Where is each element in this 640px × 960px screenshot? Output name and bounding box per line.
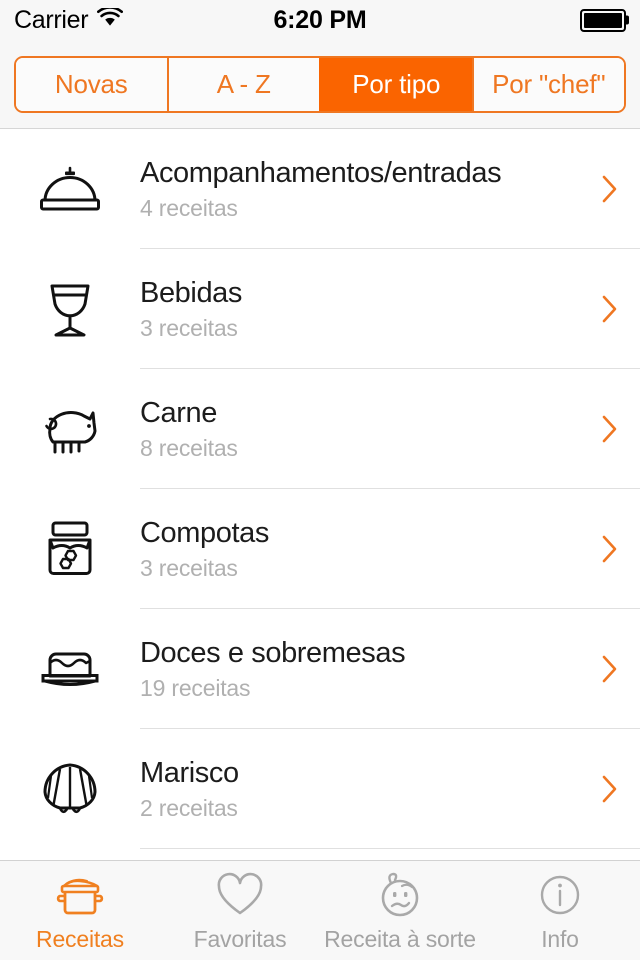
- list-item[interactable]: Marisco 2 receitas: [0, 729, 640, 849]
- category-list[interactable]: Acompanhamentos/entradas 4 receitas Bebi…: [0, 129, 640, 960]
- segment-a-z[interactable]: A - Z: [166, 57, 319, 111]
- info-circle-icon: [536, 869, 584, 921]
- list-item-title: Acompanhamentos/entradas: [140, 156, 502, 189]
- list-item-title: Compotas: [140, 516, 269, 549]
- list-item[interactable]: Bebidas 3 receitas: [0, 249, 640, 369]
- cloche-icon: [0, 163, 140, 215]
- tab-label: Receita à sorte: [324, 925, 476, 952]
- confused-face-icon: [374, 869, 426, 921]
- tab-info[interactable]: Info: [480, 861, 640, 960]
- list-item-subtitle: 2 receitas: [140, 794, 238, 821]
- list-item-title: Bebidas: [140, 276, 242, 309]
- sort-segmented-control[interactable]: Novas A - Z Por tipo Por "chef": [14, 55, 626, 113]
- list-item[interactable]: Carne 8 receitas: [0, 369, 640, 489]
- tab-label: Info: [541, 925, 579, 952]
- segment-por-chef[interactable]: Por "chef": [471, 57, 624, 111]
- tab-receita-a-sorte[interactable]: Receita à sorte: [320, 861, 480, 960]
- tab-label: Receitas: [36, 925, 124, 952]
- list-item-text: Compotas 3 receitas: [140, 517, 594, 582]
- segment-novas[interactable]: Novas: [16, 57, 167, 111]
- list-item[interactable]: Compotas 3 receitas: [0, 489, 640, 609]
- list-item-subtitle: 19 receitas: [140, 674, 251, 701]
- list-item-text: Doces e sobremesas 19 receitas: [140, 637, 594, 702]
- cooking-pot-icon: [54, 869, 106, 921]
- pig-icon: [0, 401, 140, 457]
- segment-por-tipo[interactable]: Por tipo: [319, 57, 472, 111]
- status-bar-left: Carrier: [14, 5, 124, 35]
- chevron-right-icon: [594, 294, 640, 324]
- scallop-shell-icon: [0, 760, 140, 818]
- list-item-text: Carne 8 receitas: [140, 397, 594, 462]
- list-item-text: Bebidas 3 receitas: [140, 277, 594, 342]
- chevron-right-icon: [594, 414, 640, 444]
- app-root: Carrier 6:20 PM Novas A - Z Por tipo Por…: [0, 0, 640, 960]
- wifi-icon: [97, 6, 124, 32]
- chevron-right-icon: [594, 654, 640, 684]
- list-item[interactable]: Doces e sobremesas 19 receitas: [0, 609, 640, 729]
- list-item-subtitle: 3 receitas: [140, 554, 238, 581]
- jam-jar-icon: [0, 518, 140, 580]
- list-item-subtitle: 4 receitas: [140, 194, 238, 221]
- carrier-label: Carrier: [14, 5, 89, 34]
- tab-bar: Receitas Favoritas Receita à sorte Info: [0, 860, 640, 960]
- heart-icon: [215, 869, 265, 921]
- cake-icon: [0, 646, 140, 692]
- tab-label: Favoritas: [193, 925, 287, 952]
- tab-favoritas[interactable]: Favoritas: [160, 861, 320, 960]
- list-item-title: Marisco: [140, 756, 239, 789]
- status-bar: Carrier 6:20 PM: [0, 0, 640, 40]
- wine-glass-icon: [0, 278, 140, 340]
- chevron-right-icon: [594, 534, 640, 564]
- list-item-title: Carne: [140, 396, 217, 429]
- list-item-title: Doces e sobremesas: [140, 636, 406, 669]
- chevron-right-icon: [594, 174, 640, 204]
- list-item-text: Marisco 2 receitas: [140, 757, 594, 822]
- list-item-subtitle: 8 receitas: [140, 434, 238, 461]
- list-item-subtitle: 3 receitas: [140, 314, 238, 341]
- tab-receitas[interactable]: Receitas: [0, 861, 160, 960]
- battery-full-icon: [580, 8, 629, 32]
- status-bar-right: [580, 8, 629, 32]
- list-item[interactable]: Acompanhamentos/entradas 4 receitas: [0, 129, 640, 249]
- segmented-control-bar: Novas A - Z Por tipo Por "chef": [0, 40, 640, 129]
- chevron-right-icon: [594, 774, 640, 804]
- list-item-text: Acompanhamentos/entradas 4 receitas: [140, 157, 594, 222]
